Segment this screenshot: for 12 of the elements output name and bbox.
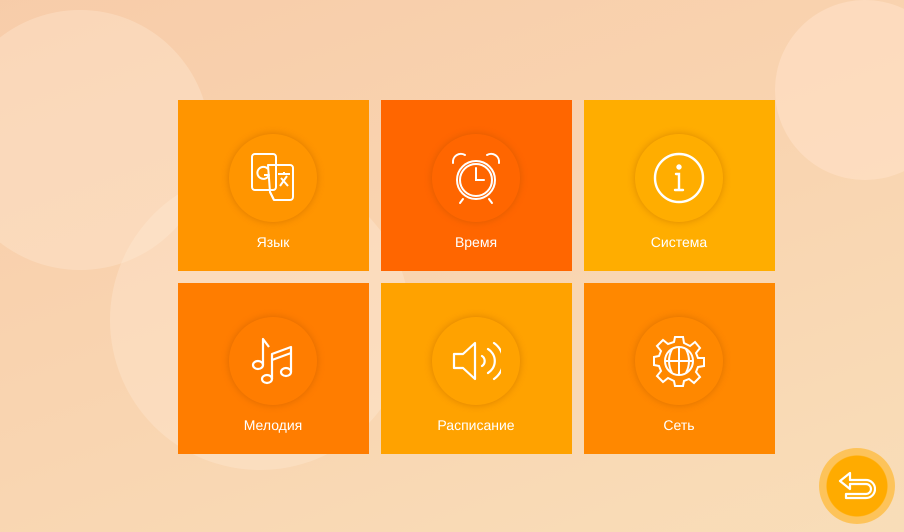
menu-tile[interactable]: Мелодия [178, 283, 368, 454]
globe-gear-icon [652, 334, 706, 388]
info-icon [652, 151, 706, 205]
menu-tile[interactable]: Время [380, 100, 572, 271]
translate-icon [250, 152, 296, 204]
menu-tile[interactable]: Расписание [380, 283, 572, 454]
menu-tile[interactable]: Сеть [584, 283, 774, 454]
speaker-icon [451, 339, 501, 383]
alarm-clock-icon [449, 151, 503, 205]
menu-tile[interactable]: Язык [178, 100, 368, 271]
back-arrow-icon [838, 471, 876, 501]
menu-tile[interactable]: Система [584, 100, 774, 271]
